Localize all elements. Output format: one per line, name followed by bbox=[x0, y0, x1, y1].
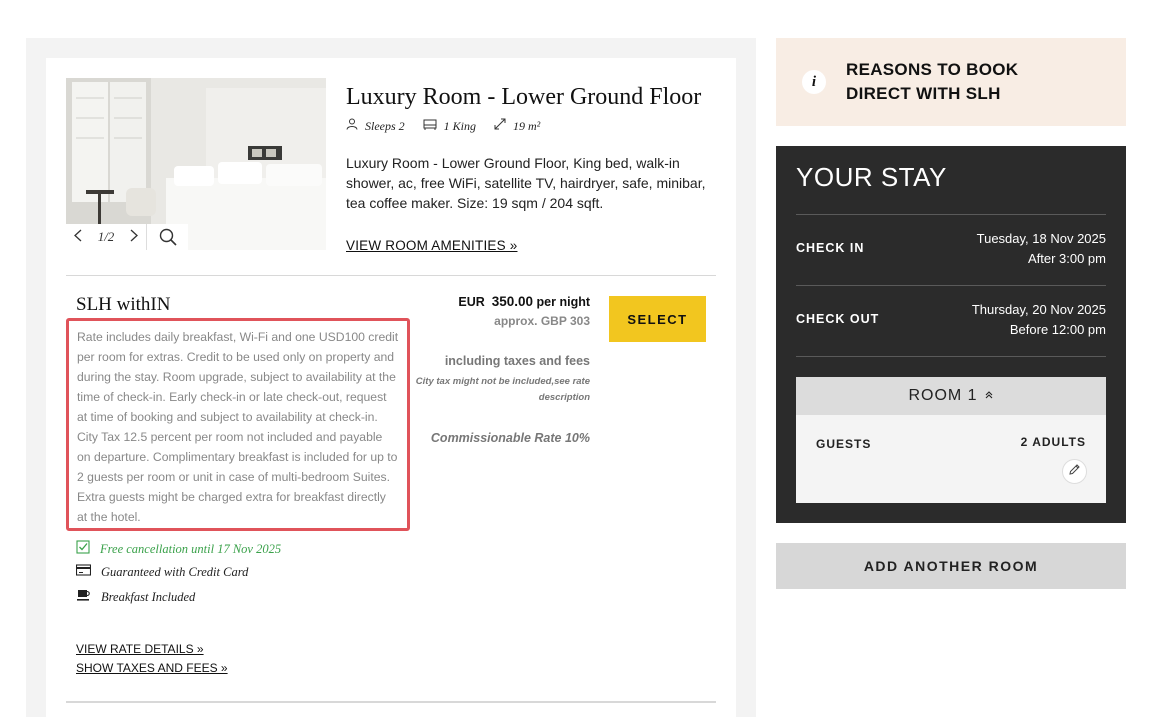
check-square-icon bbox=[76, 540, 90, 558]
edit-guests-button[interactable] bbox=[1062, 459, 1087, 484]
coffee-cup-icon bbox=[76, 588, 91, 606]
pencil-icon bbox=[1068, 463, 1081, 481]
divider bbox=[796, 214, 1106, 215]
check-out-label: CHECK OUT bbox=[796, 312, 880, 326]
show-taxes-fees-link[interactable]: SHOW TAXES AND FEES » bbox=[76, 661, 228, 675]
commission-rate: Commissionable Rate 10% bbox=[430, 431, 590, 445]
guests-label: GUESTS bbox=[816, 437, 872, 451]
breakfast-perk: Breakfast Included bbox=[76, 588, 195, 606]
check-out-date: Thursday, 20 Nov 2025 bbox=[971, 302, 1106, 317]
city-tax-note: City tax might not be included,see rate … bbox=[415, 376, 590, 403]
breakfast-text: Breakfast Included bbox=[101, 589, 196, 604]
chevron-left-icon[interactable] bbox=[74, 229, 82, 246]
bed-info: 1 King bbox=[423, 118, 476, 134]
sleeps-info: Sleeps 2 bbox=[346, 118, 405, 134]
check-in-date: Tuesday, 18 Nov 2025 bbox=[976, 231, 1106, 246]
room-title: Luxury Room - Lower Ground Floor bbox=[346, 84, 702, 110]
your-stay-title: YOUR STAY bbox=[796, 162, 947, 192]
price-currency: EUR bbox=[458, 295, 485, 309]
info-icon: i bbox=[802, 70, 826, 94]
check-out-value: Thursday, 20 Nov 2025 Before 12:00 pm bbox=[972, 300, 1106, 340]
reasons-line-2: DIRECT WITH SLH bbox=[846, 84, 1001, 103]
room-summary: ROOM 1 GUESTS 2 ADULTS bbox=[796, 377, 1106, 503]
divider bbox=[796, 285, 1106, 286]
expand-icon bbox=[494, 118, 506, 134]
search-icon[interactable] bbox=[146, 224, 188, 250]
check-out-time: Before 12:00 pm bbox=[1009, 322, 1106, 337]
price-taxes-info: including taxes and fees bbox=[444, 354, 590, 368]
room-meta: Sleeps 2 1 King 19 m² bbox=[346, 118, 540, 134]
guarantee-text: Guaranteed with Credit Card bbox=[101, 564, 249, 579]
check-in-time: After 3:00 pm bbox=[1027, 251, 1106, 266]
reasons-line-1: REASONS TO BOOK bbox=[846, 60, 1019, 79]
photo-pager: 1/2 bbox=[66, 224, 146, 250]
free-cancellation-perk: Free cancellation until 17 Nov 2025 bbox=[76, 540, 281, 558]
check-in-value: Tuesday, 18 Nov 2025 After 3:00 pm bbox=[977, 229, 1106, 269]
divider bbox=[66, 275, 716, 276]
room-description: Luxury Room - Lower Ground Floor, King b… bbox=[346, 155, 706, 211]
rate-description-highlight: Rate includes daily breakfast, Wi-Fi and… bbox=[66, 318, 410, 531]
room-label: ROOM 1 bbox=[908, 387, 978, 404]
divider bbox=[66, 701, 716, 703]
rate-description: Rate includes daily breakfast, Wi-Fi and… bbox=[77, 330, 399, 524]
reasons-to-book-banner[interactable]: i REASONS TO BOOK DIRECT WITH SLH bbox=[776, 38, 1126, 126]
view-room-amenities-link[interactable]: VIEW ROOM AMENITIES » bbox=[346, 238, 517, 253]
price-per-night: EUR 350.00 per night bbox=[458, 294, 590, 309]
check-in-label: CHECK IN bbox=[796, 241, 865, 255]
free-cancellation-text: Free cancellation until 17 Nov 2025 bbox=[100, 541, 282, 556]
price-approx: approx. GBP 303 bbox=[494, 314, 590, 328]
divider bbox=[796, 356, 1106, 357]
guarantee-perk: Guaranteed with Credit Card bbox=[75, 564, 249, 580]
your-stay-panel: YOUR STAY CHECK IN Tuesday, 18 Nov 2025 … bbox=[776, 146, 1126, 523]
room-1-toggle[interactable]: ROOM 1 bbox=[796, 377, 1106, 415]
credit-card-icon bbox=[75, 564, 92, 580]
view-rate-details-link[interactable]: VIEW RATE DETAILS » bbox=[76, 642, 204, 656]
size-info: 19 m² bbox=[494, 118, 540, 134]
rate-name: SLH withIN bbox=[76, 294, 171, 315]
size-text: 19 m² bbox=[513, 118, 541, 133]
chevron-up-icon bbox=[984, 387, 994, 405]
bed-icon bbox=[423, 119, 437, 134]
person-icon bbox=[346, 118, 358, 134]
photo-counter: 1/2 bbox=[97, 229, 115, 244]
chevron-right-icon[interactable] bbox=[130, 229, 138, 246]
price-amount: 350.00 bbox=[491, 294, 534, 309]
reasons-text: REASONS TO BOOK DIRECT WITH SLH bbox=[846, 58, 1018, 106]
price-per-night-label: per night bbox=[536, 295, 590, 309]
bed-text: 1 King bbox=[443, 118, 476, 133]
guests-value: 2 ADULTS bbox=[1020, 435, 1086, 449]
select-button[interactable]: SELECT bbox=[609, 296, 706, 342]
add-another-room-button[interactable]: ADD ANOTHER ROOM bbox=[776, 543, 1126, 589]
sleeps-text: Sleeps 2 bbox=[365, 118, 405, 133]
